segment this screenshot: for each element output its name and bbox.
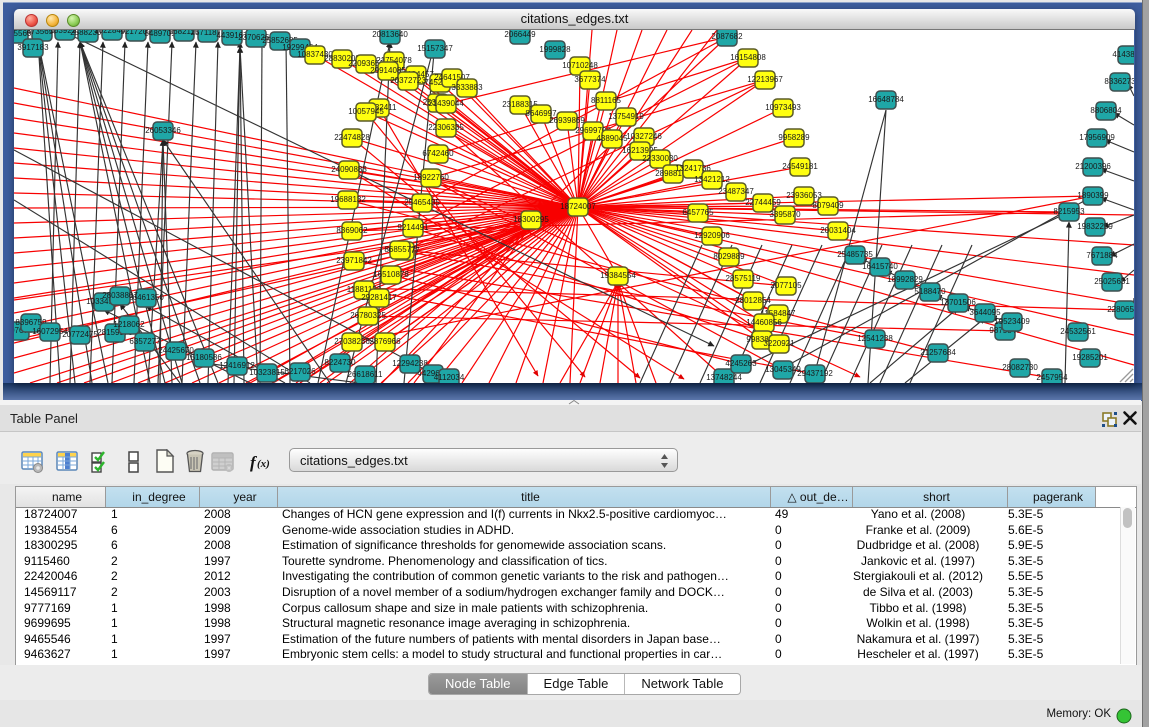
svg-text:24090883: 24090883 — [331, 165, 367, 174]
svg-text:15157347: 15157347 — [417, 44, 453, 53]
svg-text:2087682: 2087682 — [711, 32, 743, 41]
svg-text:8079409: 8079409 — [812, 201, 844, 210]
svg-text:8224730: 8224730 — [324, 358, 356, 367]
svg-text:8369062: 8369062 — [336, 226, 368, 235]
svg-text:10327246: 10327246 — [626, 132, 662, 141]
svg-text:22306335: 22306335 — [428, 123, 464, 132]
svg-text:23487347: 23487347 — [718, 187, 754, 196]
svg-text:13754919: 13754919 — [608, 112, 644, 121]
svg-text:1218062: 1218062 — [113, 320, 145, 329]
svg-text:9214491: 9214491 — [397, 223, 429, 232]
svg-text:10710248: 10710248 — [562, 61, 598, 70]
svg-text:2077105: 2077105 — [770, 281, 802, 290]
svg-text:29437192: 29437192 — [797, 369, 833, 378]
svg-text:14460856: 14460856 — [746, 318, 782, 327]
svg-text:18300295: 18300295 — [513, 215, 549, 224]
svg-text:16648784: 16648784 — [868, 95, 904, 104]
svg-text:21257684: 21257684 — [920, 348, 956, 357]
svg-text:23936053: 23936053 — [786, 191, 822, 200]
svg-text:27038236: 27038236 — [334, 337, 370, 346]
svg-text:6357277: 6357277 — [129, 337, 161, 346]
svg-text:6457765: 6457765 — [682, 208, 714, 217]
svg-text:2066449: 2066449 — [504, 30, 536, 39]
svg-text:20813640: 20813640 — [372, 30, 408, 39]
svg-text:26053346: 26053346 — [145, 126, 181, 135]
svg-text:20772475: 20772475 — [62, 330, 98, 339]
svg-text:4245263: 4245263 — [725, 359, 757, 368]
svg-text:28575119: 28575119 — [726, 274, 762, 283]
svg-text:2457954: 2457954 — [1036, 373, 1068, 382]
svg-text:16510878: 16510878 — [373, 270, 409, 279]
svg-text:16154808: 16154808 — [730, 53, 766, 62]
svg-text:10057945: 10057945 — [348, 107, 384, 116]
svg-text:26780325: 26780325 — [350, 311, 386, 320]
svg-text:22806503: 22806503 — [1107, 305, 1134, 314]
svg-text:8806804: 8806804 — [1090, 106, 1122, 115]
svg-text:8029889: 8029889 — [713, 252, 745, 261]
svg-text:18922760: 18922760 — [413, 173, 449, 182]
svg-text:3677374: 3677374 — [574, 75, 606, 84]
svg-text:20031404: 20031404 — [820, 226, 856, 235]
svg-text:12213967: 12213967 — [747, 75, 783, 84]
svg-text:8685577: 8685577 — [384, 245, 416, 254]
svg-text:19688132: 19688132 — [330, 195, 366, 204]
svg-text:3333883: 3333883 — [451, 83, 483, 92]
svg-text:1999828: 1999828 — [539, 45, 571, 54]
svg-text:24549181: 24549181 — [782, 162, 818, 171]
svg-text:12541238: 12541238 — [857, 334, 893, 343]
svg-text:18992829: 18992829 — [887, 275, 923, 284]
svg-text:17956909: 17956909 — [1079, 133, 1115, 142]
svg-text:3395870: 3395870 — [769, 210, 801, 219]
svg-text:26939869: 26939869 — [549, 116, 585, 125]
svg-text:19832259: 19832259 — [1077, 222, 1113, 231]
svg-text:8215953: 8215953 — [1053, 207, 1085, 216]
svg-text:19523409: 19523409 — [994, 317, 1030, 326]
svg-text:8811165: 8811165 — [591, 96, 622, 105]
svg-text:10973493: 10973493 — [765, 103, 801, 112]
svg-text:23971842: 23971842 — [336, 256, 372, 265]
svg-text:26618611: 26618611 — [348, 370, 384, 379]
svg-text:10323815: 10323815 — [249, 368, 285, 377]
svg-text:25465435: 25465435 — [404, 198, 440, 207]
svg-text:28082730: 28082730 — [1002, 363, 1038, 372]
svg-text:21200396: 21200396 — [1075, 162, 1111, 171]
svg-text:21439044: 21439044 — [428, 99, 464, 108]
svg-text:8336273: 8336273 — [1104, 77, 1134, 86]
svg-text:12920906: 12920906 — [694, 231, 730, 240]
svg-text:5188470: 5188470 — [914, 287, 946, 296]
svg-text:18724007: 18724007 — [560, 202, 596, 211]
svg-text:3917183: 3917183 — [17, 43, 49, 52]
svg-text:22744459: 22744459 — [745, 198, 781, 207]
svg-text:24532561: 24532561 — [1060, 327, 1096, 336]
svg-text:2876966: 2876966 — [369, 337, 401, 346]
svg-text:19384554: 19384554 — [600, 271, 636, 280]
svg-text:7671884: 7671884 — [1086, 251, 1118, 260]
svg-text:19285201: 19285201 — [1072, 353, 1108, 362]
svg-text:6217026: 6217026 — [284, 367, 316, 376]
svg-text:16415740: 16415740 — [862, 262, 898, 271]
svg-text:20372723: 20372723 — [390, 76, 426, 85]
svg-text:4143890: 4143890 — [1112, 50, 1134, 59]
svg-text:6742460: 6742460 — [422, 149, 454, 158]
svg-text:28012854: 28012854 — [735, 296, 771, 305]
svg-text:22330030: 22330030 — [642, 154, 678, 163]
svg-text:3644095: 3644095 — [969, 308, 1001, 317]
svg-text:15180586: 15180586 — [186, 353, 222, 362]
svg-text:22474828: 22474828 — [334, 133, 370, 142]
svg-text:13045349: 13045349 — [765, 365, 801, 374]
svg-text:13421212: 13421212 — [694, 175, 730, 184]
svg-text:(x): (x) — [257, 458, 270, 470]
svg-text:13701506: 13701506 — [940, 298, 976, 307]
svg-text:25025631: 25025631 — [1094, 277, 1130, 286]
svg-text:25485735: 25485735 — [837, 250, 873, 259]
svg-text:29281417: 29281417 — [361, 293, 397, 302]
svg-text:1890399: 1890399 — [1077, 191, 1109, 200]
svg-text:13748244: 13748244 — [706, 373, 742, 382]
svg-text:4389045: 4389045 — [596, 134, 628, 143]
svg-text:9958289: 9958289 — [778, 133, 810, 142]
svg-text:28038807: 28038807 — [102, 291, 138, 300]
svg-text:4112034: 4112034 — [434, 373, 465, 382]
svg-text:3220921: 3220921 — [763, 339, 795, 348]
